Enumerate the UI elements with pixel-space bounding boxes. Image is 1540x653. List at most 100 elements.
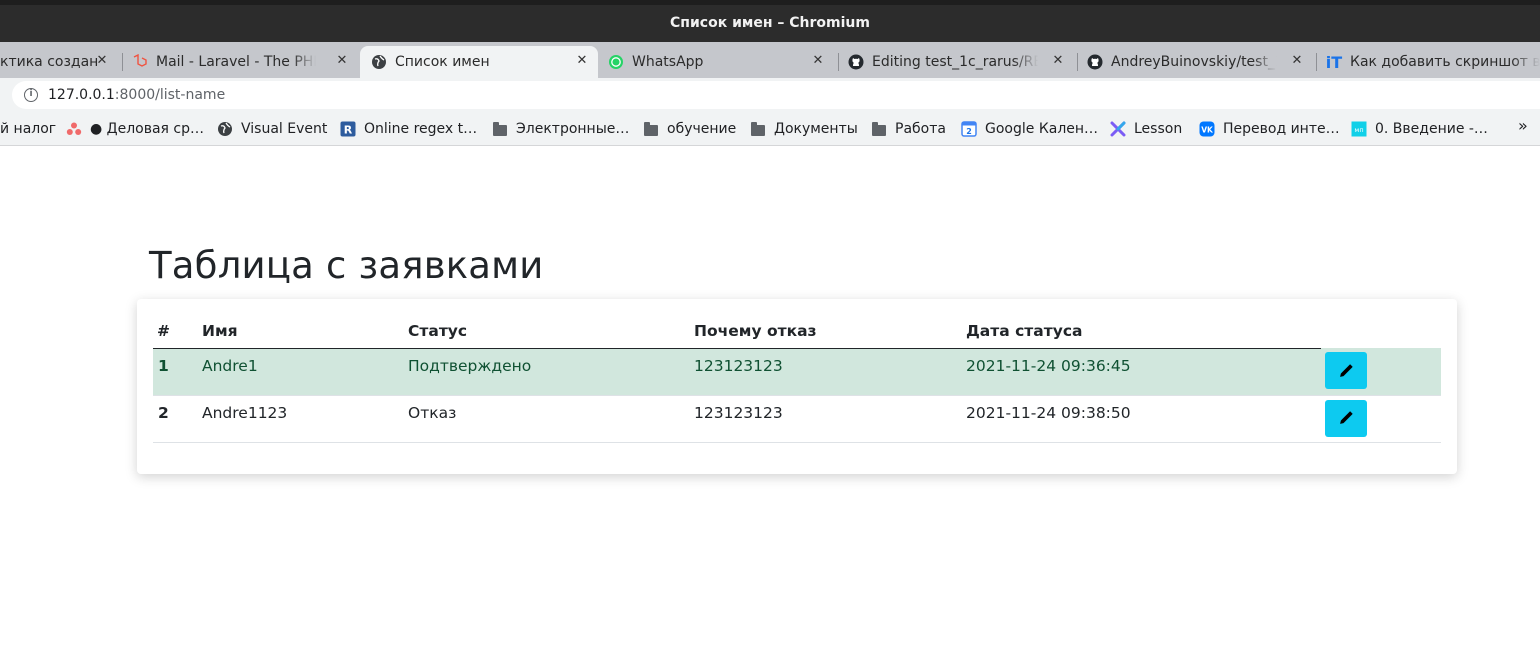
column-header-reason: Почему отказ bbox=[690, 315, 962, 349]
bookmark-folder-elektronnye[interactable]: Электронные… bbox=[492, 119, 629, 139]
folder-icon bbox=[750, 121, 766, 137]
bookmark-google-calendar[interactable]: 2 Google Кален… bbox=[961, 119, 1098, 139]
close-icon[interactable]: ✕ bbox=[574, 53, 590, 69]
folder-icon bbox=[492, 121, 508, 137]
laravel-icon bbox=[132, 54, 148, 70]
vk-icon: VK bbox=[1199, 121, 1215, 137]
tab-label: Editing test_1c_rarus/REA bbox=[872, 54, 1038, 70]
row-name: Andre1 bbox=[198, 348, 404, 396]
row-index: 2 bbox=[153, 395, 198, 443]
info-icon[interactable]: i bbox=[24, 88, 38, 102]
row-status: Подтверждено bbox=[404, 348, 690, 396]
column-header-actions bbox=[1321, 315, 1441, 348]
bookmark-nalog[interactable]: й налог bbox=[0, 119, 56, 139]
close-icon[interactable]: ✕ bbox=[1289, 53, 1305, 69]
close-icon[interactable]: ✕ bbox=[1050, 53, 1066, 69]
regex-icon: R bbox=[340, 121, 356, 137]
url-host: 127.0.0.1 bbox=[48, 87, 115, 103]
row-name: Andre1123 bbox=[198, 395, 404, 443]
bookmarks-overflow-button[interactable]: » bbox=[1518, 116, 1528, 135]
tab-4[interactable]: WhatsApp ✕ bbox=[608, 46, 834, 78]
tab-6[interactable]: AndreyBuinovskiy/test_1c ✕ bbox=[1087, 46, 1313, 78]
window-titlebar: Список имен – Chromium bbox=[0, 0, 1540, 42]
tab-separator bbox=[838, 53, 839, 71]
svg-text:VK: VK bbox=[1201, 126, 1214, 135]
requests-card: # Имя Статус Почему отказ Дата статуса 1… bbox=[137, 299, 1457, 474]
tab-3-active[interactable]: Список имен ✕ bbox=[360, 46, 598, 78]
row-status: Отказ bbox=[404, 395, 690, 443]
tab-5[interactable]: Editing test_1c_rarus/REA ✕ bbox=[848, 46, 1074, 78]
bookmark-label: Электронные… bbox=[516, 121, 630, 137]
tab-strip: ктика создан ✕ Mail - Laravel - The PHP … bbox=[0, 42, 1540, 78]
folder-icon bbox=[871, 121, 887, 137]
page-title: Таблица с заявками bbox=[149, 244, 544, 287]
table-row: 1 Andre1 Подтверждено 123123123 2021-11-… bbox=[153, 348, 1441, 396]
folder-icon bbox=[643, 121, 659, 137]
bookmark-delovaya[interactable]: ● Деловая ср… bbox=[66, 119, 204, 139]
table-row: 2 Andre1123 Отказ 123123123 2021-11-24 0… bbox=[153, 395, 1441, 443]
pencil-icon bbox=[1340, 363, 1353, 377]
tab-label: Mail - Laravel - The PHP Fra bbox=[156, 54, 316, 70]
row-actions bbox=[1321, 348, 1441, 396]
row-index: 1 bbox=[153, 348, 198, 396]
close-icon[interactable]: ✕ bbox=[810, 53, 826, 69]
bookmarks-bar: й налог ● Деловая ср… Visual Event R Onl… bbox=[0, 112, 1540, 146]
column-header-index: # bbox=[153, 315, 198, 349]
row-date: 2021-11-24 09:36:45 bbox=[962, 348, 1321, 396]
mp-icon: мп bbox=[1351, 121, 1367, 137]
tab-separator bbox=[1316, 53, 1317, 71]
tab-label: Список имен bbox=[395, 54, 490, 70]
github-icon bbox=[848, 54, 864, 70]
bookmark-label: Перевод инте… bbox=[1223, 121, 1340, 137]
bookmark-label: Google Кален… bbox=[985, 121, 1099, 137]
tab-separator bbox=[122, 53, 123, 71]
bookmark-folder-dokumenty[interactable]: Документы bbox=[750, 119, 858, 139]
bookmark-folder-obuchenie[interactable]: обучение bbox=[643, 119, 736, 139]
url-text: 127.0.0.1:8000/list-name bbox=[48, 87, 225, 103]
edit-button[interactable] bbox=[1325, 399, 1367, 437]
tab-2[interactable]: Mail - Laravel - The PHP Fra ✕ bbox=[132, 46, 358, 78]
github-icon bbox=[1087, 54, 1103, 70]
table-header-row: # Имя Статус Почему отказ Дата статуса bbox=[153, 315, 1441, 349]
whatsapp-icon bbox=[608, 54, 624, 70]
bookmark-vk-perevod[interactable]: VK Перевод инте… bbox=[1199, 119, 1340, 139]
tab-1[interactable]: ктика создан ✕ bbox=[0, 46, 118, 78]
bookmark-label: ● Деловая ср… bbox=[90, 121, 205, 137]
lesson-icon bbox=[1110, 121, 1126, 137]
bookmark-label: обучение bbox=[667, 121, 737, 137]
tab-label: AndreyBuinovskiy/test_1c bbox=[1111, 54, 1277, 70]
column-header-status: Статус bbox=[404, 315, 690, 349]
bookmark-folder-rabota[interactable]: Работа bbox=[871, 119, 946, 139]
column-header-date: Дата статуса bbox=[962, 315, 1321, 349]
tab-label: WhatsApp bbox=[632, 54, 704, 70]
bookmark-label: Документы bbox=[774, 121, 858, 137]
bookmark-regex[interactable]: R Online regex t… bbox=[340, 119, 477, 139]
bookmark-vvedenie[interactable]: мп 0. Введение -… bbox=[1351, 119, 1488, 139]
tab-7[interactable]: iT Как добавить скриншот в bbox=[1326, 46, 1540, 78]
address-bar[interactable]: i 127.0.0.1:8000/list-name bbox=[12, 81, 1540, 109]
bookmark-visual-event[interactable]: Visual Event bbox=[217, 119, 327, 139]
bookmark-label: Visual Event bbox=[241, 121, 328, 137]
bookmark-label: Работа bbox=[895, 121, 946, 137]
bookmark-label: Lesson bbox=[1134, 121, 1183, 137]
bookmark-label: Online regex t… bbox=[364, 121, 478, 137]
row-reason: 123123123 bbox=[690, 348, 962, 396]
globe-icon bbox=[371, 54, 387, 70]
svg-text:мп: мп bbox=[1354, 126, 1363, 134]
bookmark-lesson[interactable]: Lesson bbox=[1110, 119, 1182, 139]
url-path: :8000/list-name bbox=[114, 87, 226, 103]
tab-label: Как добавить скриншот в bbox=[1350, 54, 1540, 70]
pencil-icon bbox=[1340, 411, 1353, 424]
globe-icon bbox=[217, 121, 233, 137]
asana-icon bbox=[66, 121, 82, 137]
close-icon[interactable]: ✕ bbox=[94, 53, 110, 69]
svg-text:2: 2 bbox=[966, 127, 972, 136]
edit-button[interactable] bbox=[1325, 352, 1367, 389]
window-title: Список имен – Chromium bbox=[670, 15, 870, 31]
column-header-name: Имя bbox=[198, 315, 404, 349]
tab-separator bbox=[1077, 53, 1078, 71]
bookmark-label: й налог bbox=[0, 121, 57, 137]
close-icon[interactable]: ✕ bbox=[334, 53, 350, 69]
calendar-icon: 2 bbox=[961, 121, 977, 137]
browser-toolbar: i 127.0.0.1:8000/list-name bbox=[0, 78, 1540, 112]
